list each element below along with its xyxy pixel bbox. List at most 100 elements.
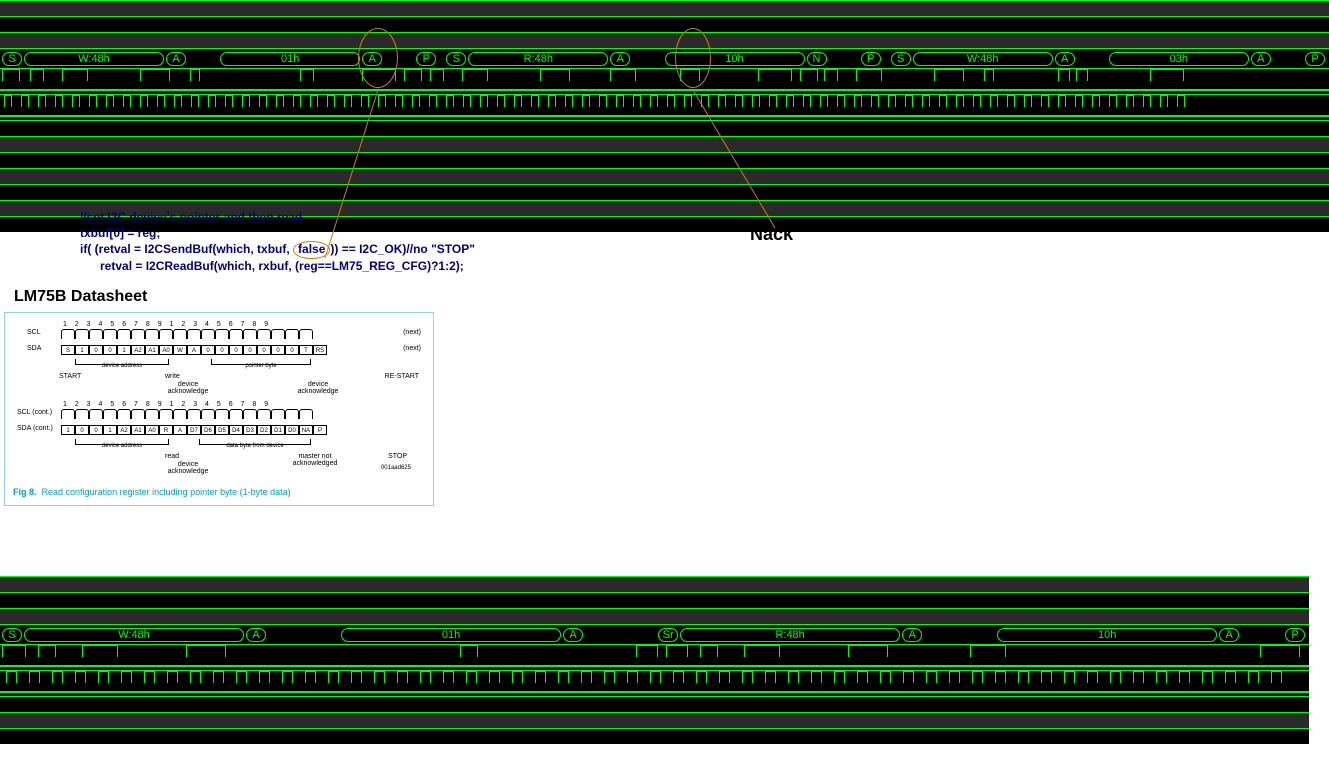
protocol-segment: N [807,52,827,66]
ds-bit: A1 [131,425,145,435]
ds-bit: D7 [187,425,201,435]
ds-bit: 0 [75,425,89,435]
ds-bit: 1 [61,425,75,435]
ds-bit: NA [299,425,313,435]
trace-row [0,152,1329,168]
trace-row [0,0,1329,16]
protocol-segment: S [2,52,22,66]
trace-row [0,184,1329,200]
ds-bit: 1 [103,425,117,435]
ds-bracket: pointer byte [211,359,311,365]
i2c-protocol-decode-row: SW:48hA01hAPSR:48hA10hNPSW:48hA03hAP [0,48,1329,68]
trace-row [0,576,1309,592]
ds-bit: 0 [89,345,103,355]
ds-bit: 0 [285,345,299,355]
ds-bit: D0 [285,425,299,435]
protocol-segment: Sr [658,628,678,642]
ds-bit: A0 [159,345,173,355]
ds-bit: 0 [271,345,285,355]
ds-bit: D4 [229,425,243,435]
protocol-segment: A [902,628,922,642]
ds-bit: 0 [103,345,117,355]
datasheet-caption: Fig 8. Read configuration register inclu… [13,487,425,497]
protocol-segment: 10h [997,628,1217,642]
ds-bit: D3 [243,425,257,435]
protocol-segment: A [1219,628,1239,642]
ds-bit: A [173,425,187,435]
trace-row [0,120,1329,136]
protocol-segment: A [166,52,186,66]
ds-stop: STOP [388,453,407,460]
ds-bit: D1 [271,425,285,435]
protocol-segment: 03h [1109,52,1249,66]
ds-bit: S [61,345,75,355]
protocol-segment: A [563,628,583,642]
protocol-segment: 01h [220,52,360,66]
ds-scl-label: SCL [27,329,41,336]
trace-row [0,696,1309,712]
logic-analyzer-top: SW:48hA01hAPSR:48hA10hNPSW:48hA03hAP doc… [0,0,1329,200]
protocol-segment: S [446,52,466,66]
ds-sda-cont: SDA (cont.) [17,425,53,432]
ds-bit: P [313,425,327,435]
protocol-segment: S [891,52,911,66]
protocol-segment: P [1285,628,1305,642]
ds-bit: A1 [145,345,159,355]
trace-row [0,168,1329,184]
ds-dev-ack: device acknowledge [163,381,213,395]
ds-bit: RS [313,345,327,355]
ds-bit: 0 [89,425,103,435]
ds-bit: 0 [215,345,229,355]
false-circled: false [293,241,330,259]
protocol-segment: W:48h [24,628,244,642]
ds-bit: 1 [75,345,89,355]
trace-row [0,712,1309,728]
protocol-segment: A [246,628,266,642]
trace-row [0,592,1309,608]
datasheet-figure: SCL SDA (next) (next) 1 2 3 4 5 6 7 8 9 … [4,312,434,506]
logic-analyzer-bottom: SW:48hA01hASrR:48hA10hAP document.write(… [0,576,1309,721]
trace-row [0,136,1329,152]
datasheet-timing-diagram: SCL SDA (next) (next) 1 2 3 4 5 6 7 8 9 … [13,321,425,481]
trace-row [0,608,1309,624]
scl-row: document.write(Array.from({length:70},(_… [0,94,1329,120]
protocol-segment: P [1305,52,1325,66]
ds-bit: W [173,345,187,355]
code-line-2: if( (retval = I2CSendBuf(which, txbuf, f… [80,241,1249,259]
ds-bracket: device address [75,439,169,445]
ds-bit: 1 [117,345,131,355]
ds-bit: A2 [131,345,145,355]
ds-bit: D5 [215,425,229,435]
ds-bit: 0 [257,345,271,355]
ds-bit: A2 [117,425,131,435]
ds-bracket: data byte from device [199,439,311,445]
ds-bit: R [159,425,173,435]
datasheet-title: LM75B Datasheet [0,284,1329,310]
ds-bit: D2 [257,425,271,435]
annotation-block: Nack //set I2C device's pointer and then… [0,200,1329,284]
ds-read: read [165,453,179,460]
protocol-segment: P [861,52,881,66]
trace-row [0,728,1309,744]
protocol-segment: W:48h [913,52,1053,66]
protocol-segment: A [1055,52,1075,66]
ds-dev-ack: device acknowledge [163,461,213,475]
ds-scl-cont: SCL (cont.) [17,409,52,416]
protocol-segment: W:48h [24,52,164,66]
ds-bit: 0 [243,345,257,355]
ds-start: START [59,373,81,380]
ds-restart: RE-START [385,373,419,380]
trace-row [0,32,1329,48]
callout-oval-nack [675,28,711,88]
callout-oval-stop [358,28,398,88]
code-line-1: txbuf[0] = reg; [80,226,1249,242]
scl-row: document.write(Array.from({length:56},(_… [0,670,1309,696]
ds-write: write [165,373,180,380]
ds-sda-label: SDA [27,345,41,352]
ds-doc-id: 001aad625 [381,465,411,471]
ds-bracket: device address [75,359,169,365]
ds-bit: 0 [201,345,215,355]
protocol-segment: R:48h [680,628,900,642]
protocol-segment: A [610,52,630,66]
ds-bit: 0 [229,345,243,355]
